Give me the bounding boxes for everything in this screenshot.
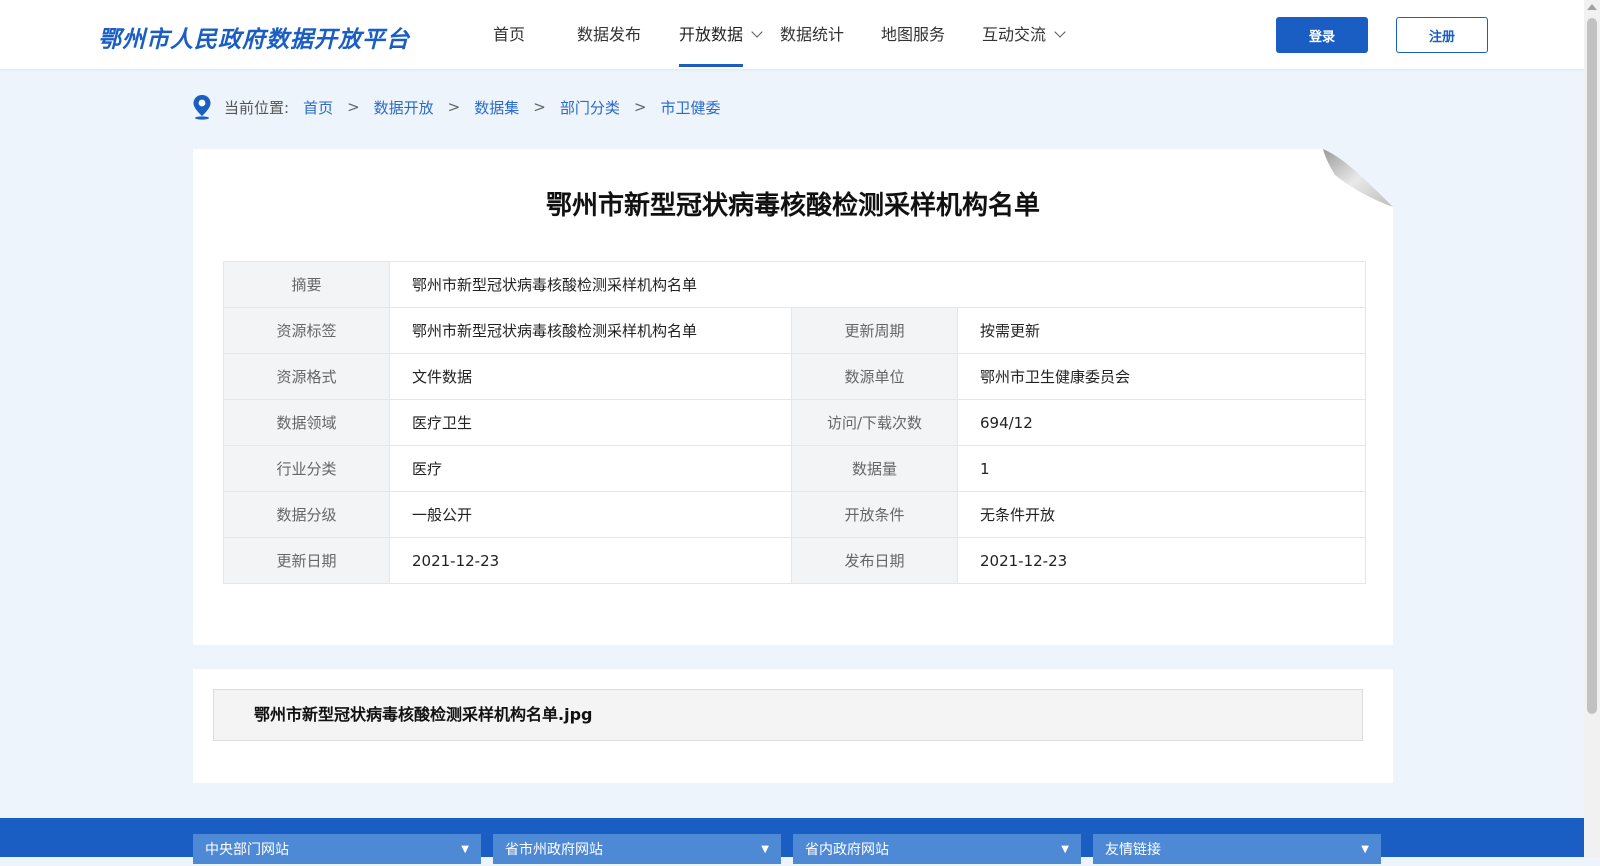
- attachment-card: 鄂州市新型冠状病毒核酸检测采样机构名单.jpg: [193, 669, 1393, 783]
- dropdown-arrow-icon: ▼: [461, 844, 469, 855]
- table-row: 数据领域 医疗卫生 访问/下载次数 694/12: [223, 399, 1366, 446]
- field-value: 一般公开: [389, 491, 792, 538]
- summary-value: 鄂州市新型冠状病毒核酸检测采样机构名单: [389, 261, 1366, 308]
- field-value: 按需更新: [957, 307, 1366, 354]
- scrollbar-thumb[interactable]: [1587, 18, 1597, 714]
- breadcrumb-separator: >: [347, 98, 360, 116]
- central-department-select[interactable]: 中央部门网站 ▼: [193, 834, 481, 864]
- register-button[interactable]: 注册: [1396, 17, 1488, 53]
- select-label: 中央部门网站: [205, 842, 289, 858]
- dataset-detail-card: 鄂州市新型冠状病毒核酸检测采样机构名单 摘要 鄂州市新型冠状病毒核酸检测采样机构…: [193, 149, 1393, 645]
- chevron-down-icon: [1054, 26, 1066, 38]
- select-label: 省内政府网站: [805, 842, 889, 858]
- friendly-links-select[interactable]: 友情链接 ▼: [1093, 834, 1381, 864]
- dropdown-arrow-icon: ▼: [1361, 844, 1369, 855]
- field-value: 鄂州市新型冠状病毒核酸检测采样机构名单: [389, 307, 792, 354]
- province-government-select[interactable]: 省内政府网站 ▼: [793, 834, 1081, 864]
- field-value: 医疗卫生: [389, 399, 792, 446]
- field-label: 资源标签: [223, 307, 390, 354]
- breadcrumb-department[interactable]: 部门分类: [560, 97, 620, 118]
- breadcrumb-separator: >: [447, 98, 461, 116]
- breadcrumb-home[interactable]: 首页: [303, 97, 333, 118]
- dataset-title: 鄂州市新型冠状病毒核酸检测采样机构名单: [545, 191, 1040, 221]
- field-value: 1: [957, 445, 1366, 492]
- top-header: 鄂州市人民政府数据开放平台 首页 数据发布 开放数据 数据统计 地图服务 互动交…: [0, 0, 1584, 69]
- vertical-scrollbar[interactable]: [1584, 0, 1600, 857]
- login-button[interactable]: 登录: [1276, 17, 1368, 53]
- breadcrumb-prefix: 当前位置:: [224, 98, 290, 117]
- dropdown-arrow-icon: ▼: [761, 844, 769, 855]
- field-value: 文件数据: [389, 353, 792, 400]
- nav-data-statistics[interactable]: 数据统计: [780, 0, 844, 69]
- field-label: 访问/下载次数: [791, 399, 958, 446]
- table-row: 更新日期 2021-12-23 发布日期 2021-12-23: [223, 537, 1366, 584]
- field-label: 开放条件: [791, 491, 958, 538]
- table-row: 行业分类 医疗 数据量 1: [223, 445, 1366, 492]
- nav-home[interactable]: 首页: [493, 0, 525, 69]
- footer-links-bar: 中央部门网站 ▼ 省市州政府网站 ▼ 省内政府网站 ▼ 友情链接 ▼: [0, 818, 1584, 864]
- summary-label: 摘要: [223, 261, 390, 308]
- field-label: 数据分级: [223, 491, 390, 538]
- table-row: 数据分级 一般公开 开放条件 无条件开放: [223, 491, 1366, 538]
- nav-open-data[interactable]: 开放数据: [679, 0, 763, 69]
- field-label: 发布日期: [791, 537, 958, 584]
- breadcrumb: 当前位置: 首页 > 数据开放 > 数据集 > 部门分类 > 市卫健委: [192, 93, 720, 121]
- field-value: 医疗: [389, 445, 792, 492]
- breadcrumb-data-open[interactable]: 数据开放: [374, 97, 434, 118]
- scroll-up-icon[interactable]: [1587, 4, 1597, 10]
- field-label: 更新周期: [791, 307, 958, 354]
- dropdown-arrow-icon: ▼: [1061, 844, 1069, 855]
- table-row: 资源标签 鄂州市新型冠状病毒核酸检测采样机构名单 更新周期 按需更新: [223, 307, 1366, 354]
- location-pin-icon: [193, 95, 211, 120]
- table-row: 摘要 鄂州市新型冠状病毒核酸检测采样机构名单: [223, 261, 1366, 308]
- select-label: 友情链接: [1105, 842, 1161, 858]
- site-logo[interactable]: 鄂州市人民政府数据开放平台: [98, 20, 410, 54]
- field-value: 鄂州市卫生健康委员会: [957, 353, 1366, 400]
- field-label: 数据量: [791, 445, 958, 492]
- dataset-info-table: 摘要 鄂州市新型冠状病毒核酸检测采样机构名单 资源标签 鄂州市新型冠状病毒核酸检…: [223, 261, 1366, 584]
- nav-map-service[interactable]: 地图服务: [881, 0, 945, 69]
- breadcrumb-separator: >: [533, 98, 546, 116]
- nav-data-publish[interactable]: 数据发布: [577, 0, 641, 69]
- breadcrumb-dataset[interactable]: 数据集: [474, 97, 519, 118]
- attachment-file-link[interactable]: 鄂州市新型冠状病毒核酸检测采样机构名单.jpg: [213, 689, 1363, 741]
- nav-interaction[interactable]: 互动交流: [982, 0, 1066, 69]
- field-label: 数据领域: [223, 399, 390, 446]
- province-city-select[interactable]: 省市州政府网站 ▼: [493, 834, 781, 864]
- nav-open-data-label: 开放数据: [679, 25, 744, 44]
- chevron-down-icon: [751, 26, 763, 38]
- field-value: 694/12: [957, 399, 1366, 446]
- field-value: 2021-12-23: [957, 537, 1366, 584]
- field-label: 更新日期: [223, 537, 390, 584]
- field-label: 行业分类: [223, 445, 390, 492]
- nav-interaction-label: 互动交流: [982, 25, 1047, 44]
- breadcrumb-separator: >: [633, 98, 647, 116]
- breadcrumb-current[interactable]: 市卫健委: [660, 97, 720, 118]
- field-label: 资源格式: [223, 353, 390, 400]
- field-value: 2021-12-23: [389, 537, 792, 584]
- field-value: 无条件开放: [957, 491, 1366, 538]
- select-label: 省市州政府网站: [505, 842, 603, 858]
- table-row: 资源格式 文件数据 数源单位 鄂州市卫生健康委员会: [223, 353, 1366, 400]
- field-label: 数源单位: [791, 353, 958, 400]
